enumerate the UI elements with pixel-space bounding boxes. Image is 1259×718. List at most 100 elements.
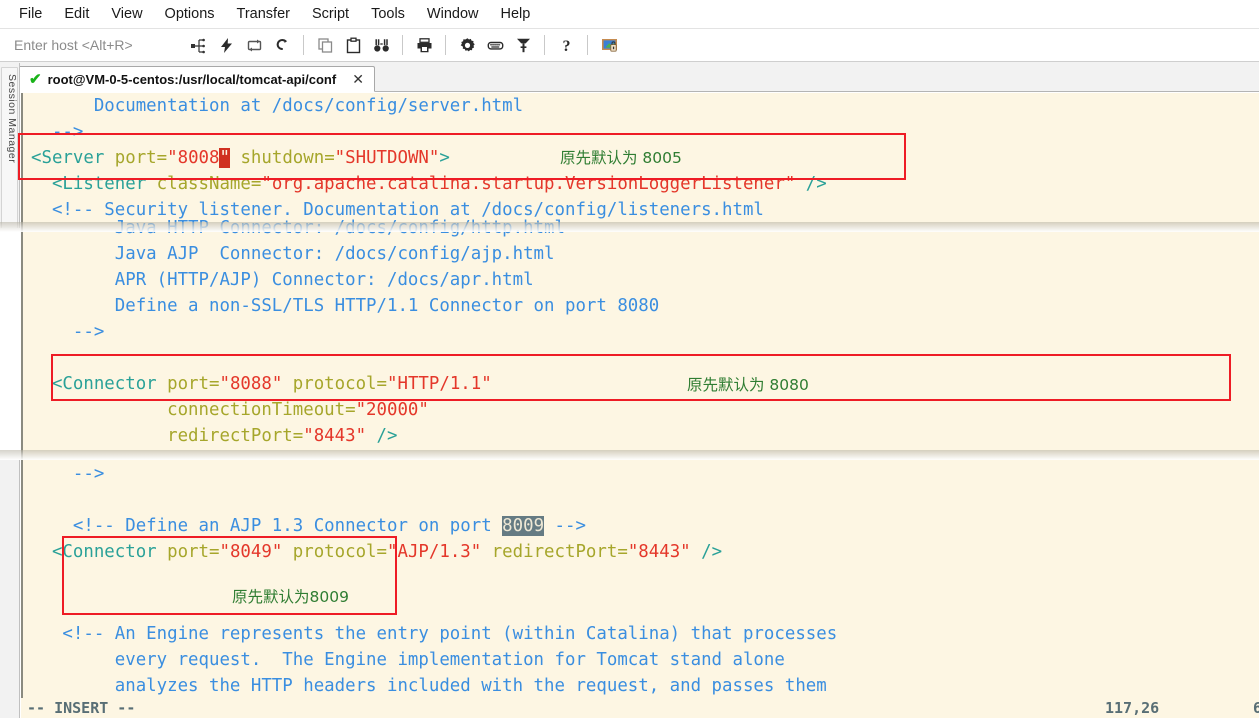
- toolbar-separator-1: [303, 35, 304, 55]
- code-span: "AJP/1.3": [387, 542, 482, 562]
- tab-session[interactable]: ✔ root@VM-0-5-centos:/usr/local/tomcat-a…: [18, 66, 375, 92]
- code-span: <Connector: [31, 542, 157, 562]
- menu-bar: File Edit View Options Transfer Script T…: [0, 0, 1259, 29]
- code-span: Documentation at /docs/config/server.htm…: [31, 96, 524, 116]
- repaint-seam-1: [0, 222, 1259, 232]
- toolbar-separator-2: [402, 35, 403, 55]
- code-span: "8049": [219, 542, 283, 562]
- toolbar-separator-3: [445, 35, 446, 55]
- menu-item-transfer[interactable]: Transfer: [226, 3, 301, 25]
- menu-item-view[interactable]: View: [100, 3, 153, 25]
- code-span: Java AJP Connector: /docs/config/ajp.htm…: [31, 244, 555, 264]
- terminal-line: connectionTimeout="20000": [31, 397, 429, 423]
- code-span: port=: [104, 148, 168, 168]
- code-span: -->: [31, 122, 84, 142]
- repaint-seam-left-1: [0, 228, 21, 460]
- terminal-line: <Listener className="org.apache.catalina…: [31, 171, 827, 197]
- text-cursor: ": [219, 148, 230, 168]
- terminal-line: <Connector port="8049" protocol="AJP/1.3…: [31, 539, 722, 565]
- terminal-line: Define a non-SSL/TLS HTTP/1.1 Connector …: [31, 293, 659, 319]
- terminal-line: every request. The Engine implementation…: [31, 647, 785, 673]
- vim-mode-indicator: -- INSERT --: [27, 699, 136, 717]
- close-icon[interactable]: ✕: [350, 72, 366, 86]
- code-span: port=: [156, 374, 220, 394]
- tab-strip: ✔ root@VM-0-5-centos:/usr/local/tomcat-a…: [0, 62, 1259, 92]
- svg-text:?: ?: [562, 38, 570, 54]
- annotation-note: 原先默认为 8080: [687, 376, 809, 394]
- terminal-line: <Connector port="8088" protocol="HTTP/1.…: [31, 371, 492, 397]
- code-span: connectionTimeout=: [31, 400, 356, 420]
- quick-connect-icon[interactable]: [213, 32, 239, 58]
- code-span: <Connector: [31, 374, 157, 394]
- menu-item-options[interactable]: Options: [154, 3, 226, 25]
- copy-icon[interactable]: [312, 32, 338, 58]
- code-span: className=: [146, 174, 262, 194]
- session-options-icon[interactable]: [596, 32, 622, 58]
- code-span: "8008: [167, 148, 220, 168]
- cursor-position: 117,26: [1105, 699, 1160, 717]
- terminal-line: -->: [31, 119, 83, 145]
- code-span: protocol=: [282, 374, 387, 394]
- menu-item-window[interactable]: Window: [416, 3, 490, 25]
- key-icon[interactable]: [510, 32, 536, 58]
- toolbar: ? Enter host <Alt+R>: [0, 29, 1259, 62]
- toolbar-separator-4: [544, 35, 545, 55]
- toolbar-separator-5: [587, 35, 588, 55]
- code-span: <!-- An Engine represents the entry poin…: [31, 624, 838, 644]
- terminal-line: <!-- Define an AJP 1.3 Connector on port…: [31, 513, 586, 539]
- code-span: />: [795, 174, 827, 194]
- code-span: redirectPort=: [31, 426, 304, 446]
- disconnect-icon[interactable]: [269, 32, 295, 58]
- code-span: every request. The Engine implementation…: [31, 650, 785, 670]
- code-span: -->: [31, 322, 105, 342]
- code-span: />: [366, 426, 398, 446]
- code-span: >: [439, 148, 450, 168]
- connected-check-icon: ✔: [29, 70, 42, 88]
- connect-icon[interactable]: [185, 32, 211, 58]
- status-bar: -- INSERT -- 117,26 6: [21, 698, 1259, 718]
- code-span: Define a non-SSL/TLS HTTP/1.1 Connector …: [31, 296, 660, 316]
- paste-icon[interactable]: [340, 32, 366, 58]
- annotation-note: 原先默认为 8005: [560, 149, 682, 167]
- code-span: -->: [31, 464, 105, 484]
- code-span: protocol=: [282, 542, 387, 562]
- help-icon[interactable]: ?: [553, 32, 579, 58]
- terminal-line: analyzes the HTTP headers included with …: [31, 673, 827, 699]
- code-span: "8443": [627, 542, 691, 562]
- find-icon[interactable]: [368, 32, 394, 58]
- code-span: redirectPort=: [481, 542, 628, 562]
- menu-item-script[interactable]: Script: [301, 3, 360, 25]
- tab-title: root@VM-0-5-centos:/usr/local/tomcat-api…: [47, 71, 337, 87]
- code-span: <!-- Define an AJP 1.3 Connector on port: [31, 516, 503, 536]
- terminal-line: -->: [31, 461, 104, 487]
- annotation-note: 原先默认为8009: [232, 588, 349, 606]
- code-span: <Server: [31, 148, 105, 168]
- terminal-gutter: [21, 93, 29, 718]
- keymap-icon[interactable]: [482, 32, 508, 58]
- code-span: APR (HTTP/AJP) Connector: /docs/apr.html: [31, 270, 534, 290]
- repaint-seam-2: [0, 450, 1259, 460]
- terminal-line: <!-- An Engine represents the entry poin…: [31, 621, 837, 647]
- code-span: shutdown=: [229, 148, 335, 168]
- code-span: -->: [544, 516, 586, 536]
- status-tail: 6: [1253, 699, 1259, 717]
- menu-item-file[interactable]: File: [8, 3, 53, 25]
- code-span: "HTTP/1.1": [387, 374, 492, 394]
- terminal-pane[interactable]: Documentation at /docs/config/server.htm…: [21, 93, 1259, 718]
- terminal-line: redirectPort="8443" />: [31, 423, 397, 449]
- menu-item-tools[interactable]: Tools: [360, 3, 416, 25]
- code-span: />: [690, 542, 723, 562]
- selected-text: 8009: [502, 516, 545, 536]
- code-span: <Listener: [31, 174, 147, 194]
- code-span: "8088": [219, 374, 283, 394]
- code-span: "8443": [303, 426, 367, 446]
- settings-icon[interactable]: [454, 32, 480, 58]
- menu-item-edit[interactable]: Edit: [53, 3, 100, 25]
- terminal-line: -->: [31, 319, 104, 345]
- print-icon[interactable]: [411, 32, 437, 58]
- reconnect-icon[interactable]: [241, 32, 267, 58]
- host-input[interactable]: Enter host <Alt+R>: [6, 37, 184, 53]
- code-span: analyzes the HTTP headers included with …: [31, 676, 827, 696]
- menu-item-help[interactable]: Help: [490, 3, 542, 25]
- code-span: "SHUTDOWN": [334, 148, 440, 168]
